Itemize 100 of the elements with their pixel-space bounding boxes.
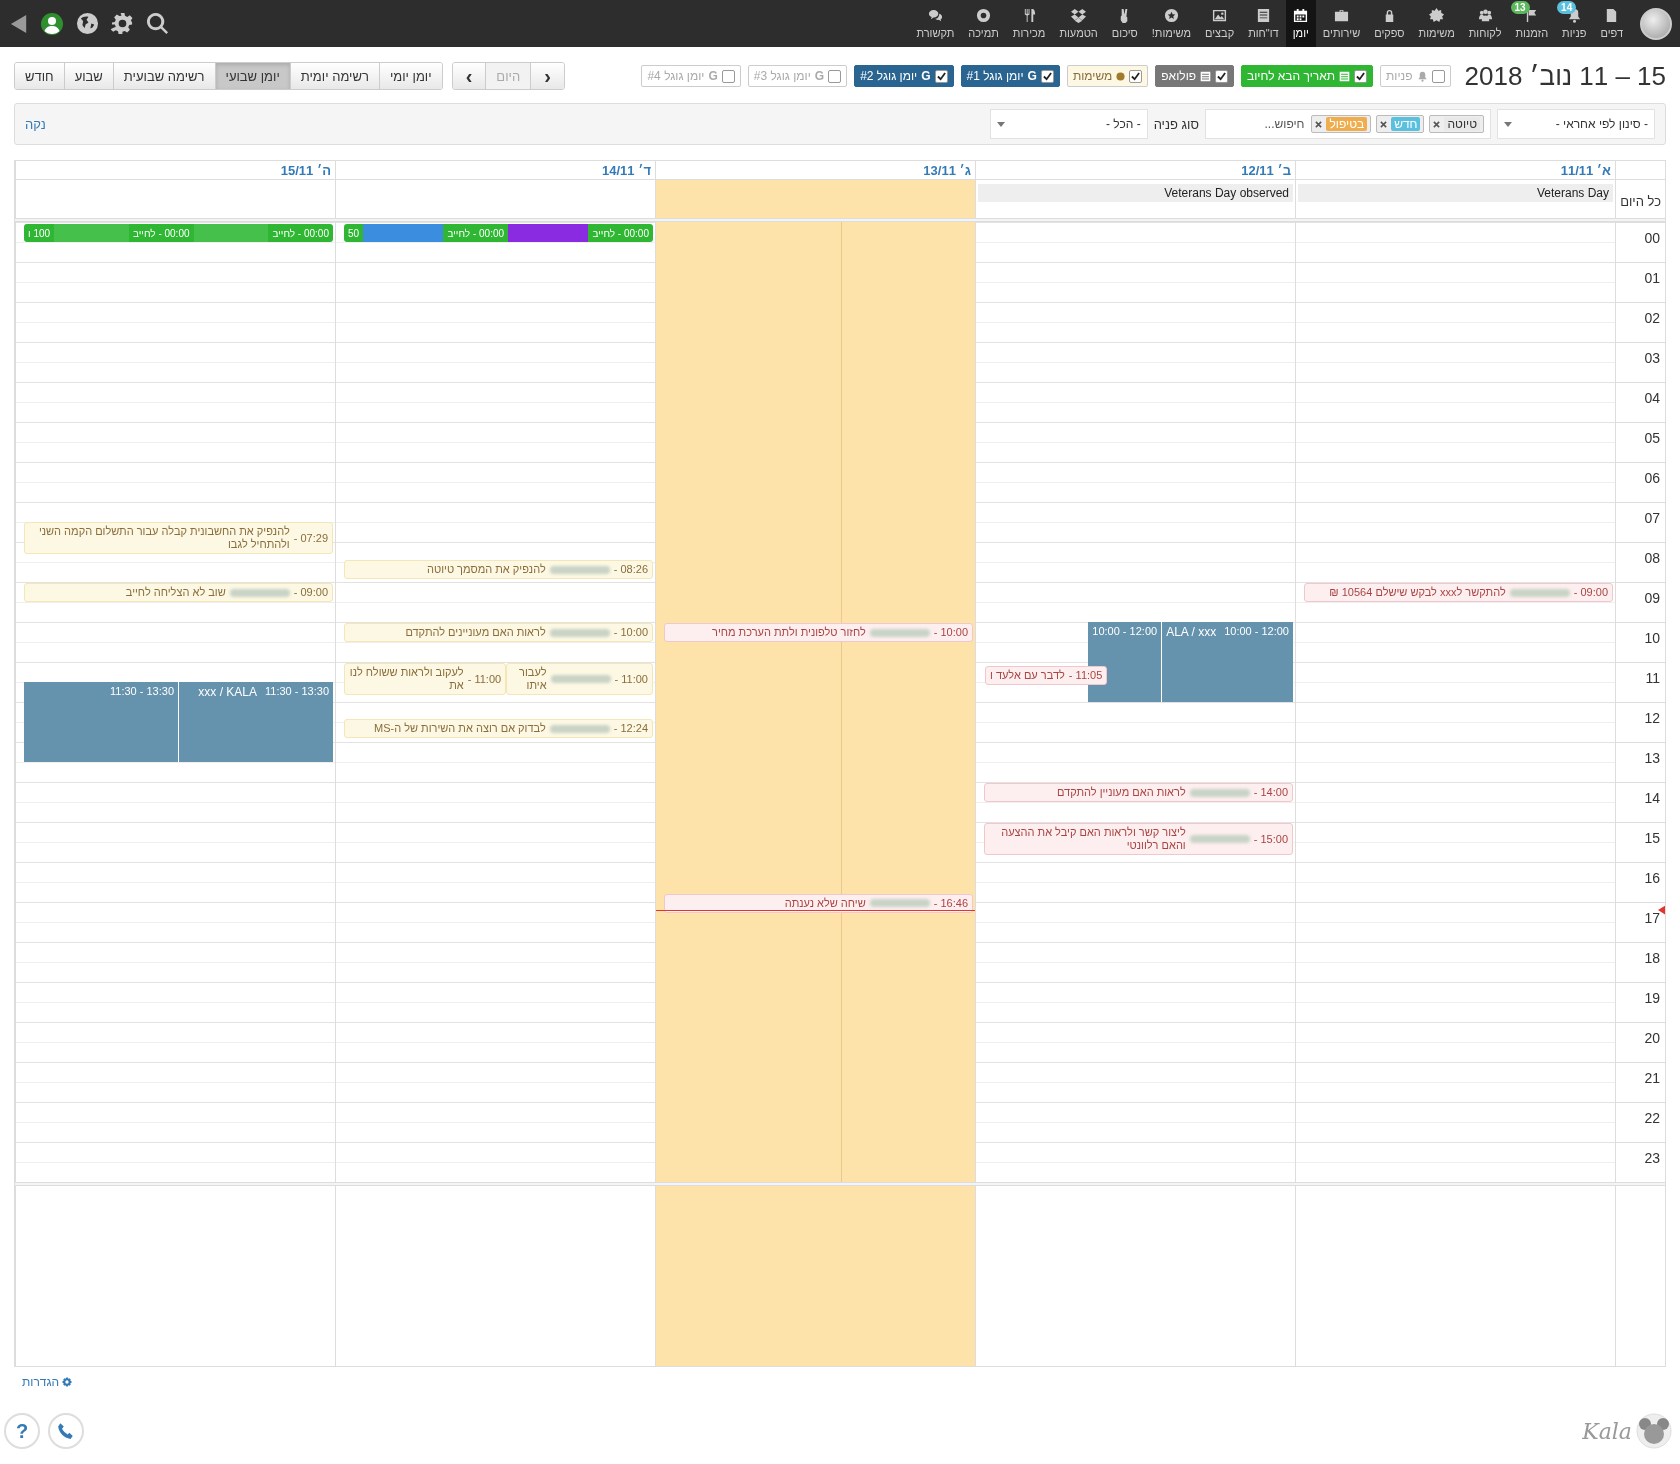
nav-item[interactable]: קבצים	[1198, 0, 1242, 47]
event-time: 11:30 - 13:30	[110, 685, 174, 697]
view-tab[interactable]: שבוע	[63, 63, 113, 89]
event-time: 11:30 - 13:30	[265, 685, 329, 697]
hour-label: 05	[1644, 430, 1660, 446]
checkbox[interactable]	[1215, 69, 1229, 83]
chat-icon	[927, 8, 943, 23]
checkbox[interactable]	[934, 69, 948, 83]
view-tab[interactable]: רשימה יומית	[289, 63, 379, 89]
nav-item[interactable]: הטמעות	[1052, 0, 1105, 47]
hour-label: 11	[1645, 670, 1660, 686]
globe-icon[interactable]	[76, 12, 99, 35]
people-icon	[1477, 8, 1493, 23]
check-icon	[1356, 71, 1365, 81]
lifebuoy-icon	[976, 8, 992, 23]
hour-label: 15	[1644, 830, 1660, 846]
event-time: 11:00 -	[467, 672, 502, 686]
next-button[interactable]: ›	[452, 63, 486, 89]
nav-item[interactable]: ספקים	[1367, 0, 1412, 47]
view-tab[interactable]: יומן שבועי	[214, 63, 290, 89]
caret-icon	[996, 121, 1005, 127]
meeting-event[interactable]: ALA / xxx 10:00 - 12:00	[1162, 622, 1293, 702]
holiday-event[interactable]: Veterans Day	[1298, 184, 1613, 202]
now-marker-icon	[1658, 905, 1665, 915]
checkbox[interactable]	[828, 69, 842, 83]
search-icon[interactable]	[146, 12, 169, 35]
hour-label: 06	[1644, 470, 1660, 486]
holiday-event[interactable]: Veterans Day observed	[978, 184, 1293, 202]
nav-item[interactable]: דפים	[1593, 0, 1630, 47]
checkbox[interactable]	[1129, 69, 1143, 83]
close-icon[interactable]	[1315, 120, 1323, 128]
view-tab[interactable]: חודש	[15, 63, 64, 89]
previous-button[interactable]: ‹	[530, 63, 564, 89]
day-header[interactable]: א׳ 11/11	[1560, 162, 1611, 178]
checkbox[interactable]	[1431, 69, 1445, 83]
check-icon	[1042, 71, 1052, 81]
type-select[interactable]: - הכל -	[989, 109, 1148, 139]
nav-item[interactable]: מכירות	[1005, 0, 1053, 47]
calendar-toggle[interactable]: פולואפ	[1155, 65, 1235, 87]
close-icon[interactable]	[1380, 120, 1388, 128]
hour-label: 01	[1644, 270, 1660, 286]
event-time: 16:46 -	[933, 896, 968, 910]
count-badge: 13	[1510, 1, 1530, 14]
checkbox[interactable]	[1040, 69, 1054, 83]
caret-icon	[1504, 121, 1512, 127]
hour-label: 09	[1644, 590, 1660, 606]
nav-item[interactable]: דו"חות	[1241, 0, 1286, 47]
list-icon	[1339, 70, 1350, 82]
nav-item[interactable]: שירותים	[1315, 0, 1368, 47]
back-icon[interactable]	[10, 13, 28, 34]
count-badge: 14	[1557, 1, 1577, 14]
meeting-event[interactable]: xxx / KALA 11:30 - 13:30	[179, 682, 333, 762]
day-header[interactable]: ב׳ 12/11	[1241, 162, 1291, 178]
briefcase-icon	[1334, 8, 1350, 23]
close-icon[interactable]	[1433, 120, 1441, 128]
hour-label: 03	[1644, 350, 1660, 366]
badge-icon	[1429, 8, 1445, 23]
hour-label: 04	[1644, 390, 1660, 406]
avatar[interactable]	[1640, 7, 1672, 40]
hour-label: 12	[1644, 710, 1660, 726]
list-icon	[1200, 70, 1212, 82]
hour-label: 17	[1644, 910, 1660, 926]
nav-item[interactable]: משימות	[1411, 0, 1462, 47]
nav-item[interactable]: סיכום	[1104, 0, 1145, 47]
help-button[interactable]: ?	[4, 1413, 40, 1449]
event-time: 09:00 -	[293, 586, 328, 599]
view-tab[interactable]: יומן יומי	[378, 63, 442, 89]
event-title: ALA / xxx	[1166, 625, 1217, 639]
event-title: ליצור קשר ולראות האם קיבל את ההצעה והאם רלוונטי	[1000, 826, 1186, 852]
event-time: 08:26 -	[613, 563, 648, 577]
event-title: לראות האם מעוניינים להתקדם	[405, 626, 546, 639]
meeting-event[interactable]: 11:30 - 13:30	[24, 682, 178, 762]
event-time: 11:00 -	[614, 672, 648, 686]
nav-item[interactable]: לקוחות	[1461, 0, 1509, 47]
event-time: 10:00 - 12:00	[1224, 625, 1289, 637]
check-icon	[1217, 71, 1227, 81]
nav-item[interactable]: תקשורת	[909, 0, 962, 47]
event-title: לדבר עם אלעד ו	[990, 669, 1065, 683]
tag-input-field[interactable]: טיוטה חדש בטיפול חיפוש...	[1205, 109, 1491, 139]
settings-link[interactable]: הגדרות	[22, 1375, 73, 1389]
checkbox[interactable]	[1354, 69, 1367, 83]
nav-item[interactable]: תמיכה	[961, 0, 1006, 47]
settings-icon[interactable]	[111, 12, 134, 35]
user-icon[interactable]	[40, 11, 64, 36]
checkbox[interactable]	[721, 69, 735, 83]
event-time: 10:00 -	[613, 626, 648, 639]
day-header[interactable]: ד׳ 14/11	[602, 162, 651, 178]
animal-head-icon	[1636, 1413, 1672, 1449]
day-header[interactable]: ג׳ 13/11	[923, 162, 971, 178]
view-tab[interactable]: רשימה שבועית	[112, 63, 215, 89]
day-header[interactable]: ה׳ 15/11	[280, 162, 331, 178]
owner-select[interactable]: - סינון לפי אחראי -	[1497, 109, 1655, 139]
nav-item[interactable]: משימות!	[1144, 0, 1198, 47]
hour-label: 00	[1644, 230, 1660, 246]
nav-item[interactable]: יומן	[1285, 0, 1316, 47]
clear-link[interactable]: נקה	[25, 116, 46, 132]
hour-label: 14	[1644, 790, 1660, 806]
calendar-toggle[interactable]: משימות	[1066, 65, 1149, 87]
filter-tag[interactable]: טיוטה	[1429, 115, 1484, 133]
phone-button[interactable]	[48, 1413, 84, 1449]
